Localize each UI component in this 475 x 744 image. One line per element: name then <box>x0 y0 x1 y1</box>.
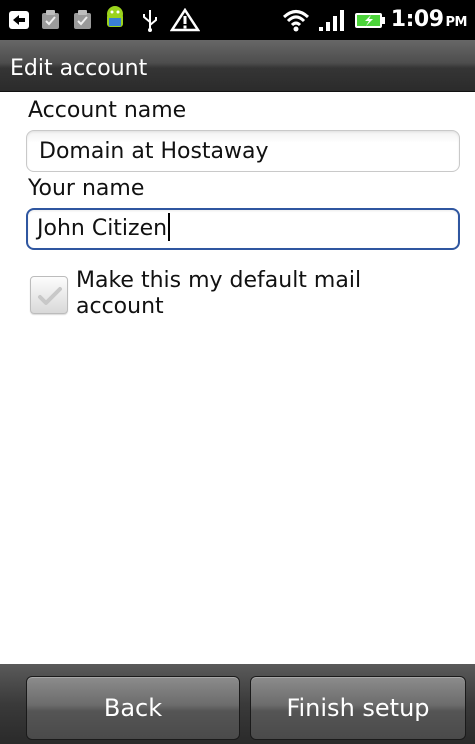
task-done-icon <box>74 10 91 29</box>
title-bar: Edit account <box>0 40 475 92</box>
default-account-checkbox[interactable] <box>30 276 68 314</box>
your-name-input[interactable]: John Citizen <box>26 208 460 250</box>
account-name-value: Domain at Hostaway <box>39 139 269 164</box>
warning-icon <box>170 8 200 32</box>
android-bot-icon <box>107 6 123 27</box>
back-button[interactable]: Back <box>26 676 240 740</box>
status-bar: 1:09 PM <box>0 0 475 40</box>
page-title: Edit account <box>10 56 148 81</box>
default-account-label[interactable]: Make this my default mail account <box>76 268 436 320</box>
account-name-label: Account name <box>28 98 187 123</box>
clock-ampm: PM <box>445 15 468 30</box>
text-cursor <box>168 213 171 241</box>
back-arrow-notification-icon <box>9 11 29 29</box>
your-name-label: Your name <box>28 176 145 201</box>
task-done-icon <box>42 10 59 29</box>
usb-icon <box>143 10 157 32</box>
account-name-input[interactable]: Domain at Hostaway <box>26 130 460 172</box>
checkmark-icon <box>38 287 62 305</box>
battery-charging-icon <box>355 13 385 28</box>
signal-icon <box>319 10 344 31</box>
clock-time: 1:09 <box>390 7 444 32</box>
wifi-icon <box>282 10 310 32</box>
finish-setup-button[interactable]: Finish setup <box>250 676 466 740</box>
bottom-button-bar: Back Finish setup <box>0 664 475 744</box>
your-name-value: John Citizen <box>37 216 168 241</box>
clock: 1:09 PM <box>390 7 468 32</box>
